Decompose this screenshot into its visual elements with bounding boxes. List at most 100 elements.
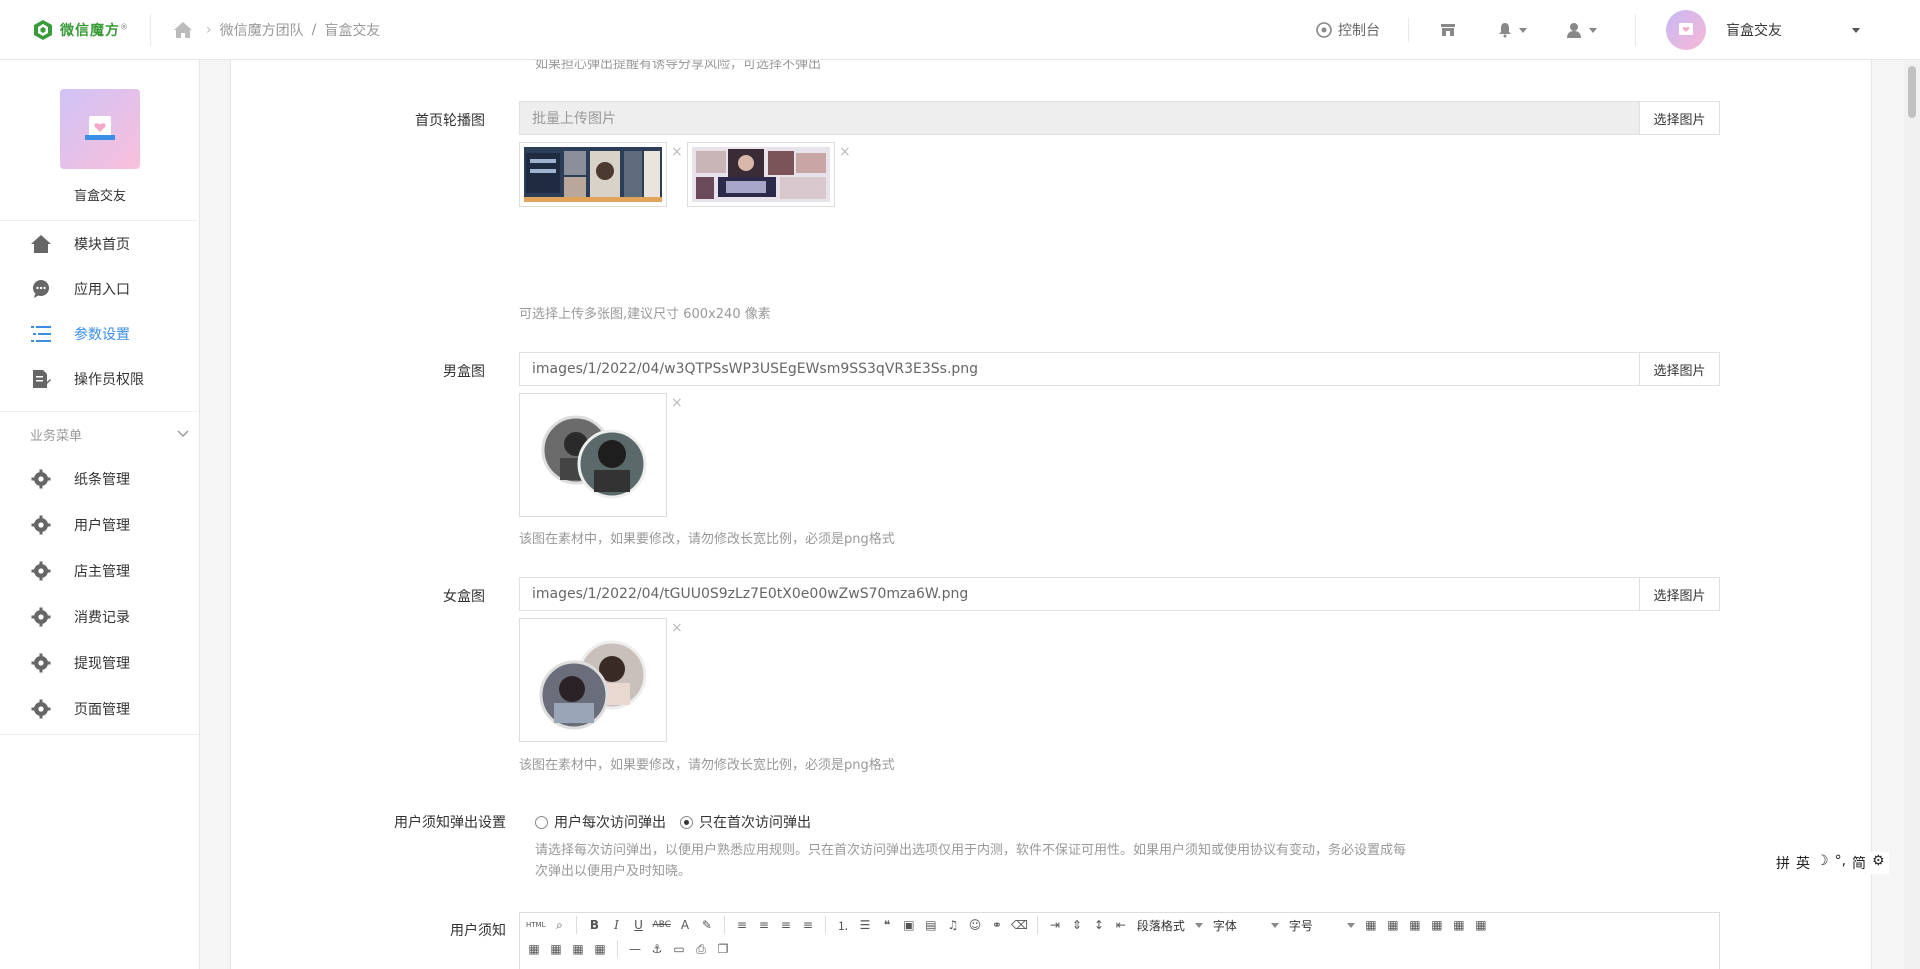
sidebar-item-operator-permissions[interactable]: 操作员权限 [0,356,199,401]
female-box-input[interactable]: images/1/2022/04/tGUU0S9zLz7E0tX0e00wZwS… [520,578,1639,610]
male-box-choose-button[interactable]: 选择图片 [1639,353,1719,385]
logo[interactable]: 微信魔方® [32,18,129,42]
sidebar-item-pages[interactable]: 页面管理 [0,686,199,732]
link-icon[interactable]: ⚭ [989,916,1005,934]
sidebar-item-notes[interactable]: 纸条管理 [0,456,199,502]
unordered-list-icon[interactable]: ☰ [857,916,873,934]
gear-icon [30,514,52,536]
table-split-icon[interactable]: ▦ [1473,916,1489,934]
gear-icon [30,652,52,674]
user-menu-button[interactable] [1565,21,1597,39]
breadcrumb-team[interactable]: 微信魔方团队 [220,20,304,40]
remove-male-box-image[interactable]: × [671,395,683,411]
sidebar-item-settings[interactable]: 参数设置 [0,311,199,356]
ime-english[interactable]: 英 [1796,853,1810,873]
align-center-icon[interactable]: ≡ [756,916,772,934]
font-color-button[interactable]: A [677,916,693,934]
font-select[interactable]: 字体 [1211,916,1281,934]
sidebar-item-label: 消费记录 [74,610,130,626]
carousel-label: 首页轮播图 [415,113,485,129]
preview-icon[interactable]: ⌕ [551,916,567,934]
bold-button[interactable]: B [586,916,602,934]
chat-icon [30,278,52,300]
file-icon[interactable]: ▤ [923,916,939,934]
align-left-icon[interactable]: ≡ [734,916,750,934]
username[interactable]: 盲盒交友 [1726,20,1826,40]
scrollbar-thumb[interactable] [1908,66,1916,118]
carousel-input[interactable]: 批量上传图片 [520,102,1639,134]
paragraph-select-value: 段落格式 [1136,918,1185,933]
print-icon[interactable]: ⎙ [693,940,709,958]
indent-icon[interactable]: ⇥ [1047,916,1063,934]
chevron-down-icon [1194,922,1203,928]
chevron-down-icon[interactable] [1852,27,1860,33]
spacing-icon[interactable]: ⇕ [1069,916,1085,934]
carousel-choose-button[interactable]: 选择图片 [1639,102,1719,134]
remove-carousel-image-2[interactable]: × [839,144,851,160]
sidebar-item-module-home[interactable]: 模块首页 [0,221,199,266]
table-insert-icon[interactable]: ▦ [1385,916,1401,934]
strikethrough-button[interactable]: ABC [652,916,670,934]
banner-image [692,147,830,202]
emoji-icon[interactable]: ☺ [967,916,983,934]
notice-popup-help: 请选择每次访问弹出，以便用户熟悉应用规则。只在首次访问弹出选项仅用于内测，软件不… [535,843,1407,879]
table-row-icon[interactable]: ▦ [1407,916,1423,934]
breadcrumb-app[interactable]: 盲盒交友 [324,20,380,40]
store-button[interactable] [1439,22,1457,38]
sidebar-item-shop-owners[interactable]: 店主管理 [0,548,199,594]
italic-button[interactable]: I [608,916,624,934]
sidebar-item-users[interactable]: 用户管理 [0,502,199,548]
table-caption-icon[interactable]: ▦ [592,940,608,958]
console-link[interactable]: 控制台 [1316,20,1380,40]
sidebar-item-consumption[interactable]: 消费记录 [0,594,199,640]
line-height-icon[interactable]: ↕ [1091,916,1107,934]
size-select[interactable]: 字号 [1287,916,1357,934]
horizontal-rule-icon[interactable]: — [627,940,643,958]
align-right-icon[interactable]: ≡ [778,916,794,934]
eraser-icon[interactable]: ⌫ [1011,916,1028,934]
table-col-icon[interactable]: ▦ [1429,916,1445,934]
paragraph-select[interactable]: 段落格式 [1135,916,1205,934]
home-icon[interactable] [172,19,194,41]
ordered-list-icon[interactable]: ⒈ [835,916,851,934]
radio-every-visit[interactable]: 用户每次访问弹出 [535,812,666,832]
date-icon[interactable]: ▭ [671,940,687,958]
moon-icon[interactable]: ☽ [1816,853,1829,873]
image-icon[interactable]: ▣ [901,916,917,934]
table-cell-icon[interactable]: ▦ [548,940,564,958]
anchor-icon[interactable]: ⚓ [649,940,665,958]
sidebar-item-app-entry[interactable]: 应用入口 [0,266,199,311]
html-button[interactable]: HTML [526,916,545,934]
male-box-input[interactable]: images/1/2022/04/w3QTPSsWP3USEgEWsm9SS3q… [520,353,1639,385]
toolbar-divider [617,940,618,958]
sidebar-item-withdrawals[interactable]: 提现管理 [0,640,199,686]
copy-icon[interactable]: ❐ [715,940,731,958]
remove-carousel-image-1[interactable]: × [671,144,683,160]
ime-pinyin[interactable]: 拼 [1776,853,1790,873]
table-icon[interactable]: ▦ [1363,916,1379,934]
blockquote-icon[interactable]: ❝ [879,916,895,934]
underline-button[interactable]: U [630,916,646,934]
notification-button[interactable] [1497,22,1527,38]
table-delete-icon[interactable]: ▦ [570,940,586,958]
business-menu-header[interactable]: 业务菜单 [0,412,199,456]
avatar[interactable] [1666,10,1706,50]
radio-first-visit[interactable]: 只在首次访问弹出 [680,812,811,832]
top-bar: 微信魔方® › 微信魔方团队 / 盲盒交友 控制台 盲盒交友 [0,0,1920,60]
sidebar-item-label: 纸条管理 [74,472,130,488]
female-box-choose-button[interactable]: 选择图片 [1639,578,1719,610]
ime-simplified[interactable]: 简 [1852,853,1866,873]
remove-female-box-image[interactable]: × [671,620,683,636]
music-icon[interactable]: ♫ [945,916,961,934]
bell-icon [1499,23,1511,38]
page-scrollbar[interactable] [1904,60,1920,969]
punctuation-icon[interactable]: °, [1835,853,1846,873]
align-justify-icon[interactable]: ≡ [800,916,816,934]
divider [150,14,151,46]
app-card: 盲盒交友 [0,60,200,221]
outdent-icon[interactable]: ⇤ [1113,916,1129,934]
table-merge-icon[interactable]: ▦ [1451,916,1467,934]
gear-icon[interactable]: ⚙ [1872,853,1885,873]
highlight-icon[interactable]: ✎ [699,916,715,934]
table-props-icon[interactable]: ▦ [526,940,542,958]
